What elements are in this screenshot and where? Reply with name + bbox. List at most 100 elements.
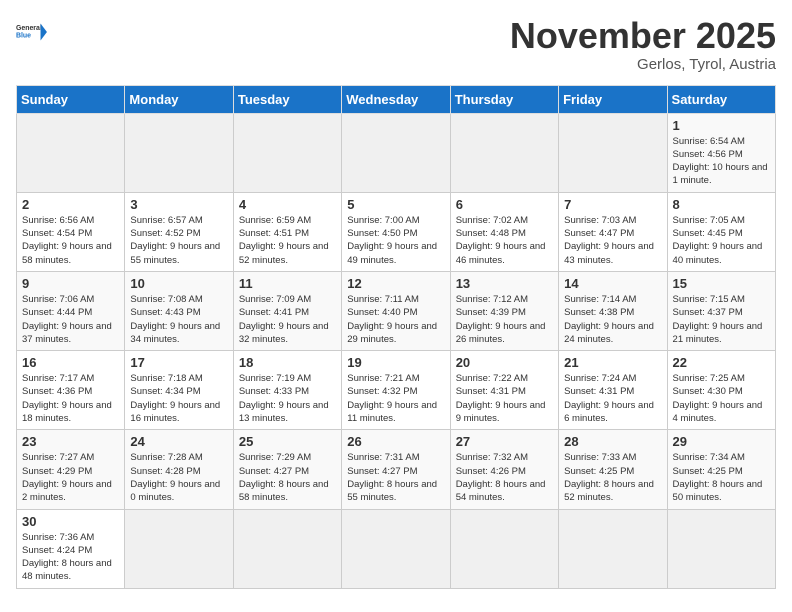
month-title: November 2025	[510, 16, 776, 56]
day-number: 1	[673, 118, 770, 133]
calendar-cell: 3 Sunrise: 6:57 AM Sunset: 4:52 PM Daylig…	[125, 192, 233, 271]
calendar-cell: 16 Sunrise: 7:17 AM Sunset: 4:36 PM Dayli…	[17, 351, 125, 430]
calendar-cell: 21 Sunrise: 7:24 AM Sunset: 4:31 PM Dayli…	[559, 351, 667, 430]
day-number: 2	[22, 197, 119, 212]
day-info: Sunrise: 7:11 AM Sunset: 4:40 PM Dayligh…	[347, 293, 444, 346]
calendar-cell: 4Sunrise: 6:59 AM Sunset: 4:51 PM Daylig…	[233, 192, 341, 271]
location-subtitle: Gerlos, Tyrol, Austria	[510, 56, 776, 73]
calendar-cell: 30 Sunrise: 7:36 AM Sunset: 4:24 PM Dayli…	[17, 509, 125, 588]
calendar-cell: 19Sunrise: 7:21 AM Sunset: 4:32 PM Dayli…	[342, 351, 450, 430]
calendar-cell: 11Sunrise: 7:09 AM Sunset: 4:41 PM Dayli…	[233, 271, 341, 350]
day-number: 14	[564, 276, 661, 291]
day-number: 15	[673, 276, 770, 291]
calendar-cell: 5 Sunrise: 7:00 AM Sunset: 4:50 PM Daylig…	[342, 192, 450, 271]
calendar-cell	[559, 509, 667, 588]
calendar-cell	[342, 113, 450, 192]
day-info: Sunrise: 7:00 AM Sunset: 4:50 PM Dayligh…	[347, 214, 444, 267]
calendar-cell	[125, 113, 233, 192]
day-info: Sunrise: 7:27 AM Sunset: 4:29 PM Dayligh…	[22, 451, 119, 504]
calendar-cell: 13Sunrise: 7:12 AM Sunset: 4:39 PM Dayli…	[450, 271, 558, 350]
calendar-cell	[17, 113, 125, 192]
day-number: 22	[673, 355, 770, 370]
day-info: Sunrise: 7:34 AM Sunset: 4:25 PM Dayligh…	[673, 451, 770, 504]
calendar-week-row: 30 Sunrise: 7:36 AM Sunset: 4:24 PM Dayli…	[17, 509, 776, 588]
day-info: Sunrise: 7:32 AM Sunset: 4:26 PM Dayligh…	[456, 451, 553, 504]
day-number: 7	[564, 197, 661, 212]
day-number: 11	[239, 276, 336, 291]
day-info: Sunrise: 7:24 AM Sunset: 4:31 PM Dayligh…	[564, 372, 661, 425]
calendar-cell	[233, 509, 341, 588]
calendar-cell: 29 Sunrise: 7:34 AM Sunset: 4:25 PM Dayli…	[667, 430, 775, 509]
calendar-cell: 10 Sunrise: 7:08 AM Sunset: 4:43 PM Dayli…	[125, 271, 233, 350]
calendar-cell: 2 Sunrise: 6:56 AM Sunset: 4:54 PM Daylig…	[17, 192, 125, 271]
day-number: 23	[22, 434, 119, 449]
day-info: Sunrise: 7:02 AM Sunset: 4:48 PM Dayligh…	[456, 214, 553, 267]
day-info: Sunrise: 7:25 AM Sunset: 4:30 PM Dayligh…	[673, 372, 770, 425]
day-number: 21	[564, 355, 661, 370]
calendar-cell: 17 Sunrise: 7:18 AM Sunset: 4:34 PM Dayli…	[125, 351, 233, 430]
day-info: Sunrise: 6:56 AM Sunset: 4:54 PM Dayligh…	[22, 214, 119, 267]
day-info: Sunrise: 6:54 AM Sunset: 4:56 PM Dayligh…	[673, 135, 770, 188]
calendar-cell	[125, 509, 233, 588]
day-number: 29	[673, 434, 770, 449]
day-number: 28	[564, 434, 661, 449]
calendar-cell	[233, 113, 341, 192]
calendar-cell: 22 Sunrise: 7:25 AM Sunset: 4:30 PM Dayli…	[667, 351, 775, 430]
calendar-week-row: 9Sunrise: 7:06 AM Sunset: 4:44 PM Daylig…	[17, 271, 776, 350]
day-number: 30	[22, 514, 119, 529]
calendar-cell: 14 Sunrise: 7:14 AM Sunset: 4:38 PM Dayli…	[559, 271, 667, 350]
day-number: 18	[239, 355, 336, 370]
calendar-cell: 15Sunrise: 7:15 AM Sunset: 4:37 PM Dayli…	[667, 271, 775, 350]
day-number: 9	[22, 276, 119, 291]
calendar-cell	[559, 113, 667, 192]
day-number: 20	[456, 355, 553, 370]
calendar-cell: 28 Sunrise: 7:33 AM Sunset: 4:25 PM Dayli…	[559, 430, 667, 509]
day-info: Sunrise: 7:36 AM Sunset: 4:24 PM Dayligh…	[22, 531, 119, 584]
calendar-cell: 27 Sunrise: 7:32 AM Sunset: 4:26 PM Dayli…	[450, 430, 558, 509]
calendar-cell	[342, 509, 450, 588]
calendar-cell: 23 Sunrise: 7:27 AM Sunset: 4:29 PM Dayli…	[17, 430, 125, 509]
weekday-header-thursday: Thursday	[450, 85, 558, 113]
calendar-cell	[667, 509, 775, 588]
calendar-cell: 26Sunrise: 7:31 AM Sunset: 4:27 PM Dayli…	[342, 430, 450, 509]
weekday-header-saturday: Saturday	[667, 85, 775, 113]
weekday-header-monday: Monday	[125, 85, 233, 113]
page-header: GeneralBlue November 2025 Gerlos, Tyrol,…	[16, 16, 776, 73]
title-block: November 2025 Gerlos, Tyrol, Austria	[510, 16, 776, 73]
day-info: Sunrise: 7:29 AM Sunset: 4:27 PM Dayligh…	[239, 451, 336, 504]
day-number: 16	[22, 355, 119, 370]
day-number: 27	[456, 434, 553, 449]
day-info: Sunrise: 6:57 AM Sunset: 4:52 PM Dayligh…	[130, 214, 227, 267]
day-number: 6	[456, 197, 553, 212]
calendar-cell: 24Sunrise: 7:28 AM Sunset: 4:28 PM Dayli…	[125, 430, 233, 509]
day-info: Sunrise: 7:18 AM Sunset: 4:34 PM Dayligh…	[130, 372, 227, 425]
day-info: Sunrise: 7:31 AM Sunset: 4:27 PM Dayligh…	[347, 451, 444, 504]
day-number: 13	[456, 276, 553, 291]
day-number: 17	[130, 355, 227, 370]
day-info: Sunrise: 7:08 AM Sunset: 4:43 PM Dayligh…	[130, 293, 227, 346]
calendar-week-row: 2 Sunrise: 6:56 AM Sunset: 4:54 PM Daylig…	[17, 192, 776, 271]
day-number: 12	[347, 276, 444, 291]
calendar-cell	[450, 113, 558, 192]
day-info: Sunrise: 7:05 AM Sunset: 4:45 PM Dayligh…	[673, 214, 770, 267]
day-number: 24	[130, 434, 227, 449]
day-info: Sunrise: 7:17 AM Sunset: 4:36 PM Dayligh…	[22, 372, 119, 425]
day-info: Sunrise: 7:33 AM Sunset: 4:25 PM Dayligh…	[564, 451, 661, 504]
calendar-cell: 8Sunrise: 7:05 AM Sunset: 4:45 PM Daylig…	[667, 192, 775, 271]
calendar-cell	[450, 509, 558, 588]
day-number: 25	[239, 434, 336, 449]
day-number: 4	[239, 197, 336, 212]
day-number: 3	[130, 197, 227, 212]
calendar-week-row: 16 Sunrise: 7:17 AM Sunset: 4:36 PM Dayli…	[17, 351, 776, 430]
day-info: Sunrise: 7:19 AM Sunset: 4:33 PM Dayligh…	[239, 372, 336, 425]
calendar-cell: 9Sunrise: 7:06 AM Sunset: 4:44 PM Daylig…	[17, 271, 125, 350]
day-info: Sunrise: 7:14 AM Sunset: 4:38 PM Dayligh…	[564, 293, 661, 346]
day-number: 10	[130, 276, 227, 291]
weekday-header-friday: Friday	[559, 85, 667, 113]
day-number: 5	[347, 197, 444, 212]
calendar-cell: 7Sunrise: 7:03 AM Sunset: 4:47 PM Daylig…	[559, 192, 667, 271]
calendar-cell: 1 Sunrise: 6:54 AM Sunset: 4:56 PM Daylig…	[667, 113, 775, 192]
calendar-cell: 20Sunrise: 7:22 AM Sunset: 4:31 PM Dayli…	[450, 351, 558, 430]
weekday-header-tuesday: Tuesday	[233, 85, 341, 113]
calendar-header-row: SundayMondayTuesdayWednesdayThursdayFrid…	[17, 85, 776, 113]
